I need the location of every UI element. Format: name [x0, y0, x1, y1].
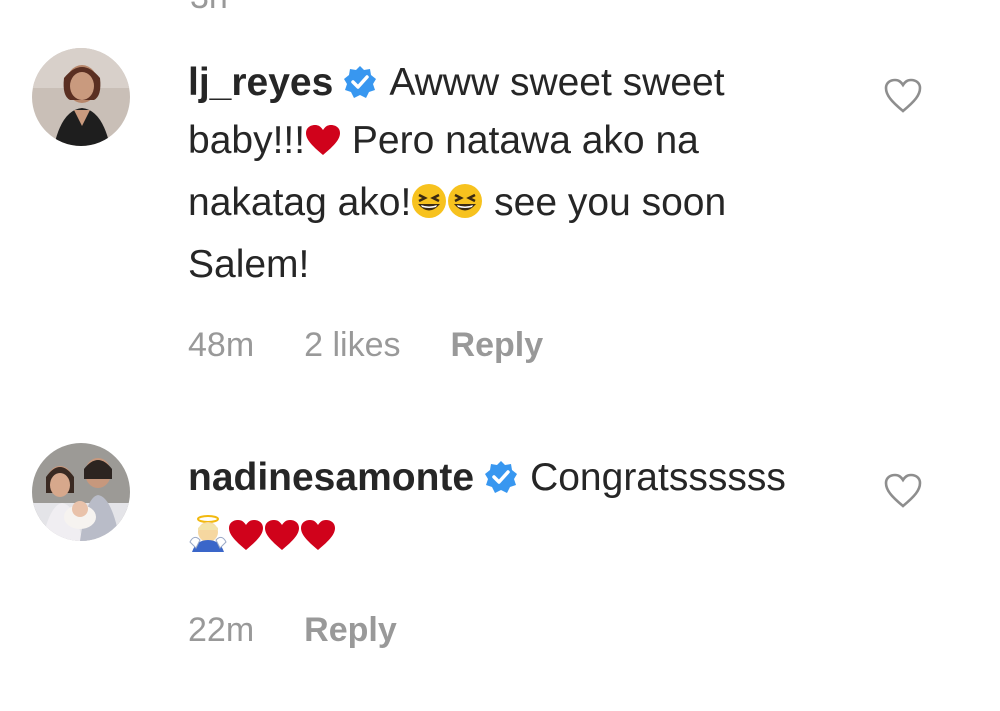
red-heart-icon — [264, 511, 300, 569]
verified-badge-icon — [484, 453, 518, 493]
comment-body: lj_reyes Awww sweet sweet baby!!! Pero na… — [188, 54, 828, 294]
comment-meta: 22m Reply — [188, 611, 397, 650]
avatar[interactable] — [32, 48, 130, 146]
comment-meta: 48m 2 likes Reply — [188, 326, 543, 365]
reply-button[interactable]: Reply — [304, 611, 397, 650]
comment-time: 48m — [188, 326, 255, 364]
reply-button[interactable]: Reply — [451, 326, 544, 365]
grinning-squinting-face-icon — [447, 178, 483, 236]
like-heart-icon[interactable] — [884, 78, 922, 114]
verified-badge-icon — [343, 58, 377, 98]
like-heart-icon[interactable] — [884, 473, 922, 509]
comment-body: nadinesamonte Congratssssss — [188, 449, 828, 569]
likes-count[interactable]: 2 likes — [304, 326, 400, 365]
username[interactable]: lj_reyes — [188, 61, 333, 104]
comment-text-part-1: Congratssssss — [530, 456, 786, 499]
grinning-squinting-face-icon — [411, 178, 447, 236]
baby-angel-icon — [188, 511, 228, 569]
avatar[interactable] — [32, 443, 130, 541]
red-heart-icon — [300, 511, 336, 569]
red-heart-icon — [305, 116, 341, 174]
previous-comment-time: 3h — [190, 0, 228, 17]
red-heart-icon — [228, 511, 264, 569]
username[interactable]: nadinesamonte — [188, 456, 474, 499]
comment-time: 22m — [188, 611, 255, 649]
